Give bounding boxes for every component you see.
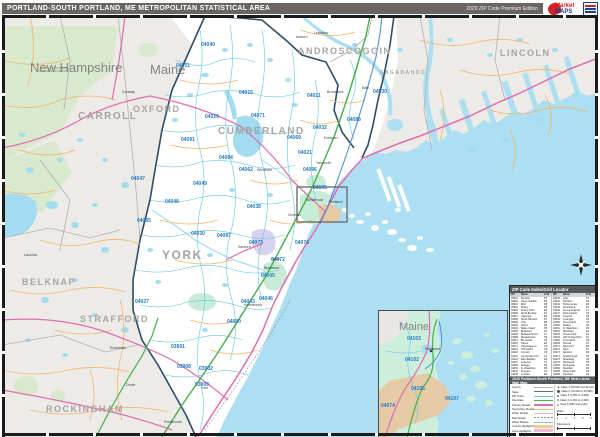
index-header: ZIP Code Index/Grid Locator (510, 286, 597, 293)
zip-index-table: ZIPNameGridZIPNameGrid03901BerwickD70403… (510, 293, 597, 377)
map-page: PORTLAND-SOUTH PORTLAND, ME METROPOLITAN… (0, 0, 600, 437)
edition-label: 2020 ZIP Code Premium Edition (466, 6, 538, 12)
legend-body: CountyStateZIP CodeInterstatePrimary Roa… (510, 384, 597, 437)
legend-header: 2020 Portland-South Portland, ME Metro A… (510, 377, 597, 384)
legend-panel[interactable]: ZIP Code Index/Grid Locator ZIPNameGridZ… (509, 285, 598, 437)
index-row: 04038GorhamE504086TopshamH3 (510, 373, 597, 376)
scale-miles: Miles 02468 (557, 409, 596, 421)
title-bar: PORTLAND-SOUTH PORTLAND, ME METROPOLITAN… (2, 3, 543, 14)
frame-grid-top (2, 15, 598, 18)
population-class: Class 5 (999 and under) (557, 403, 596, 407)
inset-map-panel[interactable]: Maine Portland 0410304102041060410704074 (378, 310, 508, 437)
frame-grid-left (2, 15, 5, 437)
frame-grid-bottom (2, 433, 598, 436)
compass-rose-icon (569, 253, 593, 277)
inset-map-geometry (379, 311, 506, 437)
frame-grid-right (595, 15, 598, 437)
legend-classes: Class 1 (50,000 and above)Class 2 (10,00… (554, 385, 596, 437)
page-title: PORTLAND-SOUTH PORTLAND, ME METROPOLITAN… (7, 5, 270, 12)
scale-kilometers: Kilometers (557, 422, 596, 429)
legend-symbols: CountyStateZIP CodeInterstatePrimary Roa… (512, 385, 554, 437)
logo-wordmark: Market MAPS (555, 3, 574, 15)
